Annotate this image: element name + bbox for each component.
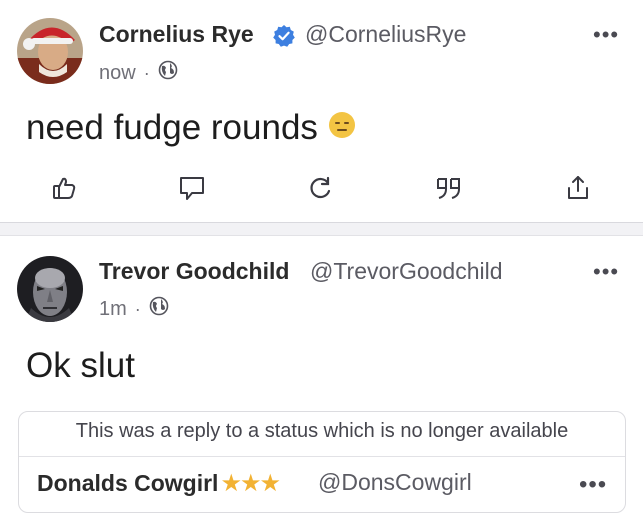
- post-cornelius: Cornelius Rye @CorneliusRye ••• now · ne…: [0, 0, 643, 223]
- post-content: Ok slut: [26, 346, 135, 386]
- author-name[interactable]: Cornelius Rye: [99, 21, 254, 48]
- reply-button[interactable]: [172, 170, 212, 210]
- globe-icon: [149, 296, 169, 322]
- post-meta: 1m ·: [99, 296, 169, 322]
- globe-icon: [158, 60, 178, 86]
- author-handle[interactable]: @CorneliusRye: [305, 21, 466, 48]
- meta-separator: ·: [134, 298, 141, 319]
- quoted-post-card[interactable]: This was a reply to a status which is no…: [18, 411, 626, 513]
- post-divider: [0, 223, 643, 236]
- boost-button[interactable]: [301, 170, 341, 210]
- quoted-author-name[interactable]: Donalds Cowgirl ★★★: [37, 469, 281, 498]
- quoted-author-label: Donalds Cowgirl: [37, 470, 219, 496]
- quote-button[interactable]: [429, 170, 469, 210]
- post-text: need fudge rounds: [26, 108, 318, 147]
- share-button[interactable]: [558, 170, 598, 210]
- expressionless-face-icon: [328, 108, 356, 148]
- avatar[interactable]: [17, 18, 83, 84]
- timestamp[interactable]: now: [99, 62, 136, 85]
- author-name[interactable]: Trevor Goodchild: [99, 258, 289, 285]
- comment-icon: [177, 174, 207, 207]
- more-options-button[interactable]: •••: [593, 24, 619, 46]
- quote-icon: [434, 174, 464, 207]
- quoted-author-handle[interactable]: @DonsCowgirl: [318, 469, 472, 496]
- post-content: need fudge rounds: [26, 108, 356, 148]
- unavailable-status-note: This was a reply to a status which is no…: [75, 420, 569, 442]
- post-meta: now ·: [99, 60, 178, 86]
- thumbs-up-icon: [50, 174, 78, 207]
- more-options-button[interactable]: •••: [593, 261, 619, 283]
- share-icon: [564, 174, 592, 207]
- meta-separator: ·: [143, 62, 150, 83]
- star-rating-icon: ★★★: [220, 470, 281, 497]
- post-text: Ok slut: [26, 346, 135, 385]
- quote-divider: [19, 456, 625, 457]
- verified-badge-icon: [272, 24, 296, 53]
- quoted-more-options-button[interactable]: •••: [579, 471, 607, 499]
- action-bar: [0, 170, 643, 210]
- like-button[interactable]: [44, 170, 84, 210]
- refresh-icon: [307, 174, 335, 207]
- timestamp[interactable]: 1m: [99, 298, 127, 321]
- avatar[interactable]: [17, 256, 83, 322]
- author-handle[interactable]: @TrevorGoodchild: [310, 258, 503, 285]
